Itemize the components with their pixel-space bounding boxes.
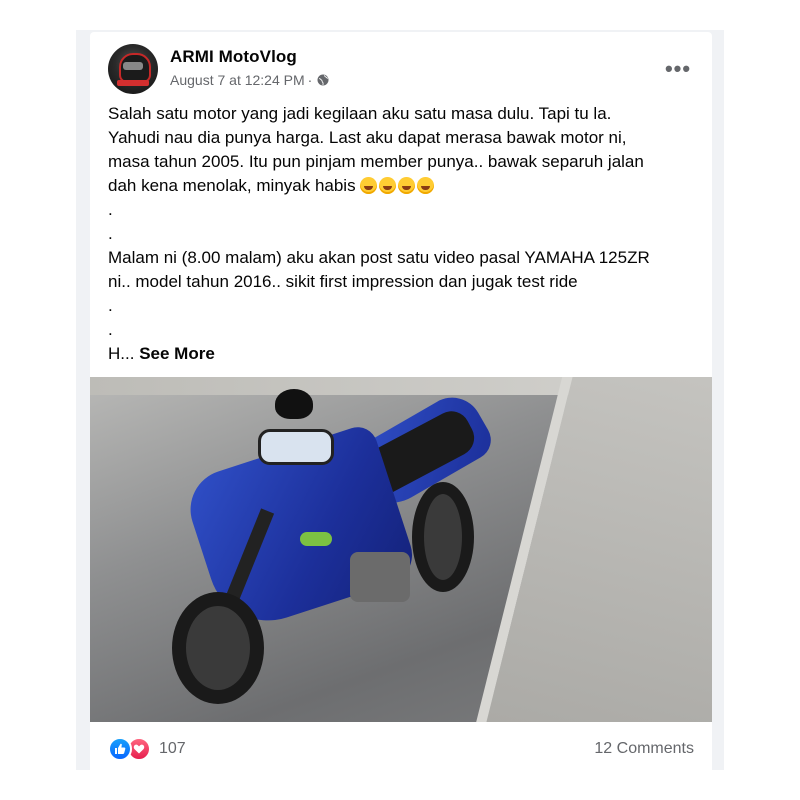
front-wheel — [172, 592, 264, 704]
reactions-summary[interactable]: 107 — [108, 737, 186, 761]
post-line-truncated: H... See More — [108, 342, 700, 366]
meta-separator: · — [307, 72, 313, 88]
post-line: Salah satu motor yang jadi kegilaan aku … — [108, 104, 612, 123]
rolling-laugh-emoji-icon — [398, 177, 416, 194]
rear-wheel — [412, 482, 474, 592]
post-line: . — [108, 224, 113, 243]
post-line: . — [108, 296, 113, 315]
rolling-laugh-emoji-icon — [417, 177, 435, 194]
post-line: . — [108, 320, 113, 339]
post-meta: August 7 at 12:24 PM · — [170, 72, 329, 88]
sidewalk — [479, 377, 712, 722]
rofl-emoji-icon — [379, 177, 397, 194]
post-photo[interactable] — [90, 377, 712, 722]
post-line: H... — [108, 344, 135, 363]
post-timestamp[interactable]: August 7 at 12:24 PM — [170, 72, 305, 88]
logo-banner — [117, 80, 149, 86]
post-line: Malam ni (8.00 malam) aku akan post satu… — [108, 248, 650, 267]
post-line: Yahudi nau dia punya harga. Last aku dap… — [108, 128, 627, 147]
comments-count-link[interactable]: 12 Comments — [594, 740, 694, 758]
page-name-link[interactable]: ARMI MotoVlog — [170, 47, 297, 67]
more-options-icon[interactable]: ••• — [660, 54, 696, 84]
page-avatar[interactable] — [108, 44, 158, 94]
post-line: dah kena menolak, minyak habis — [108, 176, 356, 195]
post-footer: 107 12 Comments — [108, 732, 694, 766]
post-body: Salah satu motor yang jadi kegilaan aku … — [108, 102, 700, 366]
rofl-emoji-icon — [360, 177, 378, 194]
bike-mirror — [275, 389, 313, 419]
post-header: ARMI MotoVlog August 7 at 12:24 PM · ••• — [108, 44, 698, 96]
post-line: ni.. model tahun 2016.. sikit first impr… — [108, 272, 578, 291]
reaction-count: 107 — [159, 740, 186, 757]
sponsor-logo — [300, 532, 332, 546]
bike-headlight — [258, 429, 334, 465]
globe-icon — [317, 74, 329, 86]
post-line: masa tahun 2005. Itu pun pinjam member p… — [108, 152, 644, 171]
see-more-link[interactable]: See More — [139, 344, 215, 363]
post-card: ARMI MotoVlog August 7 at 12:24 PM · •••… — [90, 32, 712, 770]
post-line-with-emoji: dah kena menolak, minyak habis — [108, 174, 700, 198]
helmet-visor — [123, 62, 143, 70]
post-line: . — [108, 200, 113, 219]
like-icon — [108, 737, 132, 761]
bike-engine — [350, 552, 410, 602]
